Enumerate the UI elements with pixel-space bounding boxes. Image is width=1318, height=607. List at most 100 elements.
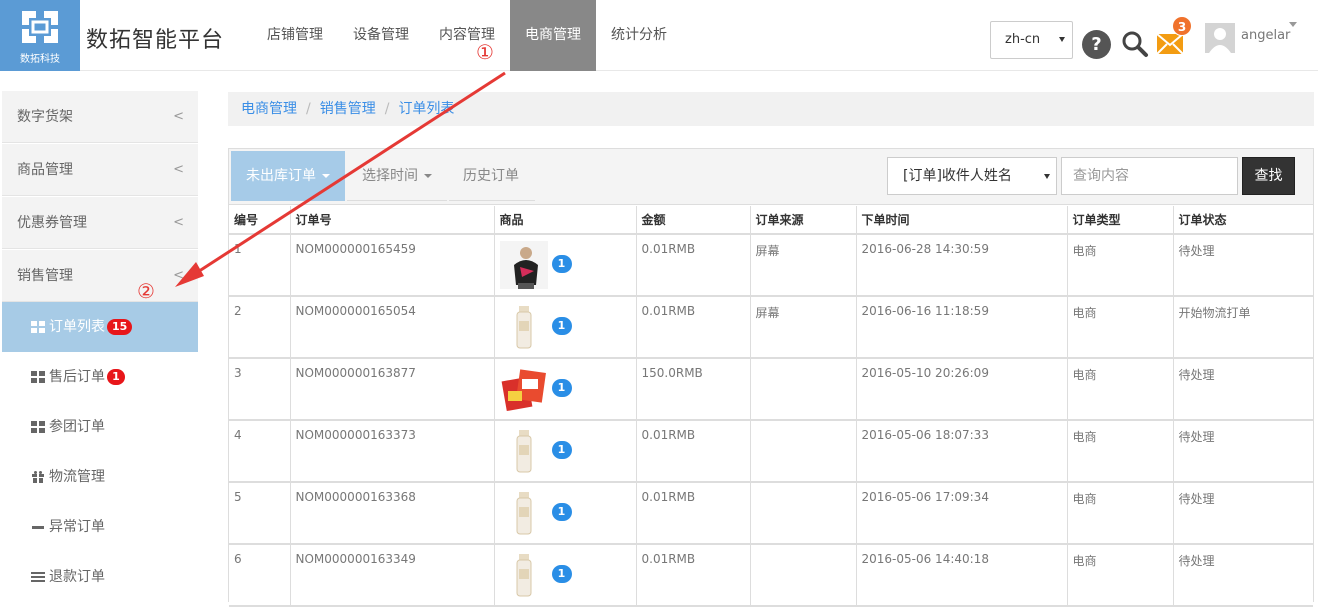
table-row[interactable]: 3 NOM000000163877 1 150.0RMB 2016-05-10 … (229, 358, 1313, 421)
breadcrumb-item[interactable]: 电商管理 (241, 101, 297, 117)
sidebar-item-order-list[interactable]: 订单列表 15 (2, 302, 198, 352)
sidebar-group-products[interactable]: 商品管理 < (2, 143, 198, 196)
main-nav: 店铺管理 设备管理 内容管理 电商管理 统计分析 (252, 0, 682, 71)
table-row[interactable]: 2 NOM000000165054 1 0.01RMB 屏幕 2016-06-1… (229, 296, 1313, 359)
sidebar-item-refund-orders[interactable]: 退款订单 (2, 552, 198, 602)
search-button[interactable]: 查找 (1242, 157, 1295, 195)
avatar[interactable] (1205, 23, 1235, 53)
sidebar-group-label: 优惠券管理 (17, 215, 87, 231)
cell-status: 待处理 (1173, 544, 1313, 607)
sidebar-item-after-sales[interactable]: 售后订单 1 (2, 352, 198, 402)
grid-icon (31, 421, 45, 433)
cell-source (750, 482, 857, 545)
user-name[interactable]: angelar (1241, 28, 1290, 43)
sidebar-group-label: 数字货架 (17, 109, 73, 125)
nav-device[interactable]: 设备管理 (338, 0, 424, 71)
sidebar-group-coupons[interactable]: 优惠券管理 < (2, 196, 198, 249)
product-thumbnail[interactable] (499, 551, 548, 599)
nav-analytics[interactable]: 统计分析 (596, 0, 682, 71)
user-menu-caret-icon[interactable] (1289, 22, 1297, 27)
cell-time: 2016-05-06 18:07:33 (856, 420, 1068, 483)
caret-down-icon (1059, 37, 1065, 42)
sidebar-group-sales[interactable]: 销售管理 < (2, 249, 198, 302)
sidebar-group-shelf[interactable]: 数字货架 < (2, 90, 198, 143)
product-thumbnail[interactable] (499, 303, 548, 351)
dropdown-label: 未出库订单 (246, 168, 316, 184)
product-thumbnail[interactable] (499, 241, 548, 289)
col-header-order-no[interactable]: 订单号 (290, 206, 495, 235)
sidebar-item-label: 售后订单 (49, 369, 105, 385)
cell-order-no: NOM000000163373 (290, 420, 495, 483)
chevron-left-icon: < (173, 162, 184, 177)
divider (449, 200, 535, 201)
select-time-dropdown[interactable]: 选择时间 (347, 151, 447, 201)
app-title: 数拓智能平台 (86, 28, 225, 53)
col-header-source[interactable]: 订单来源 (750, 206, 857, 235)
help-icon[interactable]: ? (1082, 30, 1111, 59)
col-header-status[interactable]: 订单状态 (1173, 206, 1313, 235)
cell-no: 2 (229, 296, 291, 359)
table-row[interactable]: 1 NOM000000165459 1 0.01RMB 屏幕 2016-06-2… (229, 234, 1313, 297)
language-value: zh-cn (1005, 32, 1041, 47)
language-select[interactable]: zh-cn (990, 21, 1073, 59)
search-input[interactable] (1061, 157, 1238, 195)
annotation-marker-2: ② (137, 279, 155, 303)
search-field-select[interactable]: [订单]收件人姓名 (887, 157, 1057, 195)
count-badge: 15 (107, 319, 133, 335)
cell-type: 电商 (1067, 482, 1174, 545)
cell-source (750, 358, 857, 421)
sidebar-item-group-orders[interactable]: 参团订单 (2, 402, 198, 452)
product-thumbnail[interactable] (499, 427, 548, 475)
cell-order-no: NOM000000163368 (290, 482, 495, 545)
cell-time: 2016-06-28 14:30:59 (856, 234, 1068, 297)
cell-status: 开始物流打单 (1173, 296, 1313, 359)
sidebar-item-label: 物流管理 (49, 469, 105, 485)
cell-no: 4 (229, 420, 291, 483)
product-thumbnail[interactable] (499, 489, 548, 537)
history-orders-tab[interactable]: 历史订单 (448, 151, 534, 201)
sidebar: 数字货架 < 商品管理 < 优惠券管理 < 销售管理 < 订单列表 15 售后订… (0, 90, 198, 602)
table-row[interactable]: 4 NOM000000163373 1 0.01RMB 2016-05-06 1… (229, 420, 1313, 483)
cell-no: 5 (229, 482, 291, 545)
orders-table: 编号 订单号 商品 金额 订单来源 下单时间 订单类型 订单状态 1 NOM00… (229, 206, 1313, 607)
table-row[interactable]: 5 NOM000000163368 1 0.01RMB 2016-05-06 1… (229, 482, 1313, 545)
nav-content[interactable]: 内容管理 (424, 0, 510, 71)
table-row[interactable]: 6 NOM000000163349 1 0.01RMB 2016-05-06 1… (229, 544, 1313, 607)
cell-time: 2016-05-06 14:40:18 (856, 544, 1068, 607)
col-header-time[interactable]: 下单时间 (856, 206, 1068, 235)
chevron-left-icon: < (173, 109, 184, 124)
breadcrumb-item[interactable]: 订单列表 (398, 101, 454, 117)
col-header-product[interactable]: 商品 (494, 206, 637, 235)
cell-amount: 0.01RMB (636, 482, 751, 545)
col-header-amount[interactable]: 金额 (636, 206, 751, 235)
logo-icon (22, 11, 58, 43)
quantity-badge: 1 (551, 379, 572, 397)
quantity-badge: 1 (551, 317, 572, 335)
sidebar-item-logistics[interactable]: 物流管理 (2, 452, 198, 502)
breadcrumb-separator: / (306, 101, 311, 117)
brand-subtitle: 数拓科技 (20, 54, 60, 65)
gift-icon (32, 471, 44, 483)
nav-ecommerce[interactable]: 电商管理 (510, 0, 596, 71)
breadcrumb-separator: / (384, 101, 390, 117)
col-header-no[interactable]: 编号 (229, 206, 291, 235)
cell-product: 1 (494, 420, 637, 483)
sidebar-group-label: 商品管理 (17, 162, 73, 178)
search-icon[interactable] (1121, 30, 1149, 58)
quantity-badge: 1 (551, 565, 572, 583)
count-badge: 1 (107, 369, 125, 385)
mail-count-badge: 3 (1172, 16, 1192, 36)
sidebar-item-exception-orders[interactable]: 异常订单 (2, 502, 198, 552)
cell-order-no: NOM000000163349 (290, 544, 495, 607)
brand-logo[interactable]: 数拓科技 (0, 0, 80, 71)
cell-type: 电商 (1067, 358, 1174, 421)
sidebar-item-label: 退款订单 (49, 569, 105, 585)
breadcrumb-item[interactable]: 销售管理 (320, 101, 376, 117)
col-header-type[interactable]: 订单类型 (1067, 206, 1174, 235)
cell-order-no: NOM000000165054 (290, 296, 495, 359)
unshipped-orders-dropdown[interactable]: 未出库订单 (231, 151, 345, 201)
grid-icon (31, 321, 45, 333)
nav-store[interactable]: 店铺管理 (252, 0, 338, 71)
product-thumbnail[interactable] (499, 365, 548, 413)
cell-amount: 150.0RMB (636, 358, 751, 421)
